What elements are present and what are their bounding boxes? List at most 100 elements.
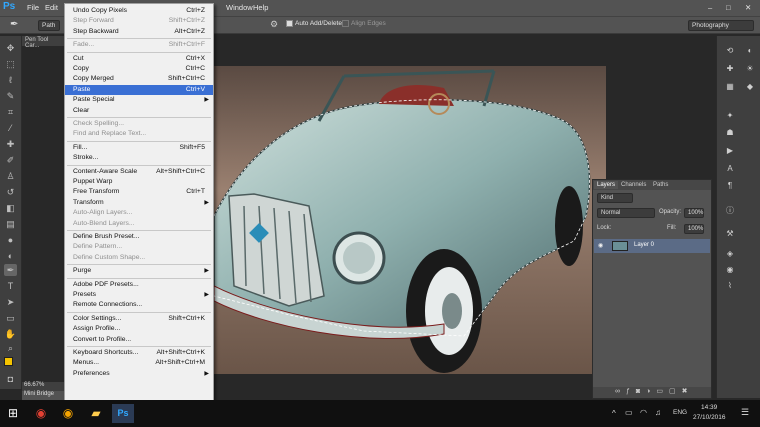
layer-filter-select[interactable]: Kind	[597, 193, 633, 203]
file-explorer-icon[interactable]: ▰	[85, 404, 107, 423]
opacity-input[interactable]: 100%	[684, 208, 704, 218]
menu-item-define-pattern[interactable]: Define Pattern...	[65, 242, 213, 252]
lasso-tool-icon[interactable]: ℓ	[4, 74, 17, 86]
menu-item-define-brush-preset[interactable]: Define Brush Preset...	[65, 232, 213, 242]
fx-icon[interactable]: ƒ	[626, 388, 636, 395]
hand-tool-icon[interactable]: ✋	[4, 328, 17, 340]
clock-time[interactable]: 14:39	[701, 404, 717, 411]
layer-row[interactable]: ◉ Layer 0	[594, 239, 710, 253]
paths-icon[interactable]: ⌇	[725, 281, 735, 291]
menu-item-preferences[interactable]: Preferences ▶	[65, 369, 213, 379]
maximize-button[interactable]: □	[726, 3, 731, 12]
new-layer-icon[interactable]: ▢	[669, 388, 682, 395]
history-brush-icon[interactable]: ↺	[4, 186, 17, 198]
menu-item-remote-connections[interactable]: Remote Connections...	[65, 300, 213, 310]
menu-item-cut[interactable]: Cut Ctrl+X	[65, 54, 213, 64]
tab-channels[interactable]: Channels	[618, 181, 649, 189]
battery-icon[interactable]: ▭	[625, 408, 633, 417]
chrome-icon[interactable]: ◉	[30, 404, 52, 423]
brush-tool-icon[interactable]: ✐	[4, 154, 17, 166]
menu-item-step-forward[interactable]: Step Forward Shift+Ctrl+Z	[65, 16, 213, 26]
adjustment-icon[interactable]: ◑	[646, 388, 656, 395]
menu-item-adobe-pdf-presets[interactable]: Adobe PDF Presets...	[65, 280, 213, 290]
windows-start-icon[interactable]: ⊞	[2, 404, 24, 423]
menu-item-auto-blend-layers[interactable]: Auto-Blend Layers...	[65, 219, 213, 229]
path-select-icon[interactable]: ➤	[4, 296, 17, 308]
document-canvas[interactable]	[214, 66, 606, 374]
menu-item-content-aware-scale[interactable]: Content-Aware Scale Alt+Shift+Ctrl+C	[65, 167, 213, 177]
eyedropper-icon[interactable]: ⁄	[4, 122, 17, 134]
info-icon[interactable]: ⓘ	[725, 206, 735, 216]
menu-item-assign-profile[interactable]: Assign Profile...	[65, 324, 213, 334]
menu-item-undo-copy-pixels[interactable]: Undo Copy Pixels Ctrl+Z	[65, 6, 213, 16]
zoom-tool-icon[interactable]: ⌕	[4, 342, 17, 354]
menu-item-puppet-warp[interactable]: Puppet Warp	[65, 177, 213, 187]
chrome-canary-icon[interactable]: ◉	[57, 404, 79, 423]
tab-layers[interactable]: Layers	[594, 181, 619, 189]
mask-icon[interactable]: ◙	[636, 388, 646, 395]
auto-add-delete-checkbox[interactable]	[286, 20, 293, 27]
type-tool-icon[interactable]: T	[4, 280, 17, 292]
menu-item-check-spelling[interactable]: Check Spelling...	[65, 119, 213, 129]
swatches-icon[interactable]: ▦	[725, 82, 735, 92]
menu-item-stroke[interactable]: Stroke...	[65, 153, 213, 163]
adjustments-icon[interactable]: ☀	[745, 64, 755, 74]
marquee-tool-icon[interactable]: ⬚	[4, 58, 17, 70]
menu-window[interactable]: Window	[226, 3, 253, 12]
path-mode-select[interactable]: Path	[38, 20, 60, 31]
minimize-button[interactable]: –	[708, 3, 712, 12]
network-icon[interactable]: ◠	[640, 408, 647, 417]
menu-item-presets[interactable]: Presets ▶	[65, 290, 213, 300]
styles-icon[interactable]: ◆	[745, 82, 755, 92]
channels-icon[interactable]: ◉	[725, 265, 735, 275]
group-icon[interactable]: ▭	[656, 388, 669, 395]
pen-tool-icon[interactable]: ✒	[10, 19, 18, 30]
trash-icon[interactable]: ✖	[682, 388, 694, 395]
healing-brush-icon[interactable]: ✚	[4, 138, 17, 150]
menu-item-find-and-replace-text[interactable]: Find and Replace Text...	[65, 129, 213, 139]
menu-item-fill[interactable]: Fill... Shift+F5	[65, 143, 213, 153]
menu-item-paste[interactable]: Paste Ctrl+V	[65, 84, 213, 95]
menu-item-menus[interactable]: Menus... Alt+Shift+Ctrl+M	[65, 358, 213, 368]
eraser-icon[interactable]: ◧	[4, 202, 17, 214]
link-layers-icon[interactable]: ∞	[615, 388, 626, 395]
color-icon[interactable]: ◐	[745, 46, 755, 56]
menu-file[interactable]: File	[27, 3, 39, 12]
quick-select-icon[interactable]: ✎	[4, 90, 17, 102]
menu-item-define-custom-shape[interactable]: Define Custom Shape...	[65, 253, 213, 263]
move-tool-icon[interactable]: ✥	[4, 42, 17, 54]
menu-item-paste-special[interactable]: Paste Special ▶	[65, 95, 213, 105]
menu-item-clear[interactable]: Clear	[65, 106, 213, 116]
menu-item-keyboard-shortcuts[interactable]: Keyboard Shortcuts... Alt+Shift+Ctrl+K	[65, 348, 213, 358]
menu-item-free-transform[interactable]: Free Transform Ctrl+T	[65, 187, 213, 197]
document-tab[interactable]: Pen Tool Car...	[22, 36, 64, 49]
workspace-select[interactable]: Photography	[688, 20, 754, 31]
clone-stamp-icon[interactable]: ♙	[4, 170, 17, 182]
action-center-icon[interactable]: ☰	[741, 407, 749, 418]
zoom-level[interactable]: 66.67%	[22, 382, 66, 391]
properties-icon[interactable]: ✚	[725, 64, 735, 74]
pen-tool-active-icon[interactable]: ✒	[4, 264, 17, 276]
photoshop-taskbar-icon[interactable]: Ps	[112, 404, 134, 423]
menu-item-copy-merged[interactable]: Copy Merged Shift+Ctrl+C	[65, 74, 213, 84]
crop-tool-icon[interactable]: ⌗	[4, 106, 17, 118]
menu-item-fade[interactable]: Fade... Shift+Ctrl+F	[65, 40, 213, 50]
gear-icon[interactable]: ⚙	[270, 19, 278, 30]
align-edges-checkbox[interactable]	[342, 20, 349, 27]
volume-icon[interactable]: ♫	[655, 408, 661, 417]
blur-tool-icon[interactable]: ●	[4, 234, 17, 246]
history-icon[interactable]: ⟲	[725, 46, 735, 56]
menu-item-copy[interactable]: Copy Ctrl+C	[65, 64, 213, 74]
menu-item-transform[interactable]: Transform ▶	[65, 198, 213, 208]
quick-mask-icon[interactable]: ◘	[4, 373, 17, 385]
tab-paths[interactable]: Paths	[650, 181, 671, 189]
mini-bridge-tab[interactable]: Mini Bridge	[22, 391, 66, 400]
tray-expand-icon[interactable]: ^	[612, 409, 616, 418]
menu-item-purge[interactable]: Purge ▶	[65, 266, 213, 276]
menu-item-step-backward[interactable]: Step Backward Alt+Ctrl+Z	[65, 27, 213, 37]
gradient-tool-icon[interactable]: ▤	[4, 218, 17, 230]
close-button[interactable]: ✕	[745, 3, 751, 12]
brush-panel-icon[interactable]: ✦	[725, 111, 735, 121]
menu-help[interactable]: Help	[253, 3, 268, 12]
clock-date[interactable]: 27/10/2016	[693, 414, 726, 421]
